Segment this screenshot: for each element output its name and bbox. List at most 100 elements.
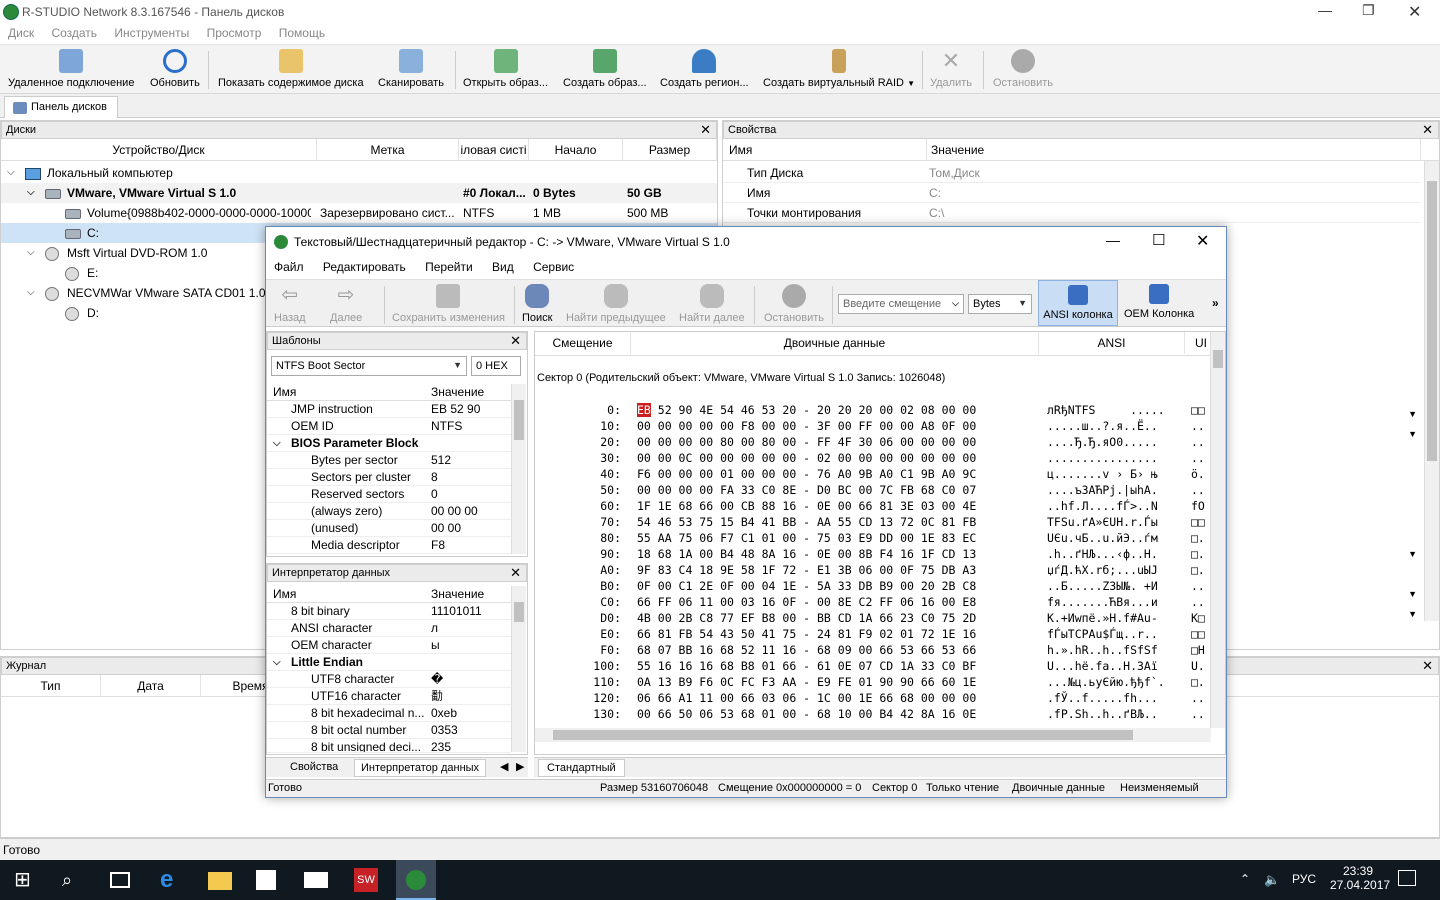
language-indicator[interactable]: РУС (1292, 872, 1316, 886)
col-date[interactable]: Дата (101, 675, 201, 697)
hex-bytes[interactable]: 18 68 1A 00 B4 48 8A 16 - 0E 00 8B F4 16… (637, 546, 976, 562)
col-value[interactable]: Значение (431, 384, 484, 401)
hex-oem[interactable]: .. (1191, 418, 1205, 434)
hex-ansi[interactable]: h.».hR..h..fSfSf (1047, 642, 1158, 658)
template-row[interactable]: Sectors per cluster 8 (267, 469, 511, 486)
hex-ansi[interactable]: U...hё.fa..Н.3Аї (1047, 658, 1158, 674)
hex-ansi[interactable]: ...№ц.ьуЄйю.ђђf`. (1047, 674, 1165, 690)
remote-connect-button[interactable]: Удаленное подключение (8, 49, 134, 89)
menu-file[interactable]: Файл (274, 260, 304, 274)
col-name[interactable]: Имя (723, 139, 927, 161)
hex-oem[interactable]: U. (1191, 658, 1205, 674)
chevron-down-icon[interactable]: ▼ (1408, 589, 1417, 599)
hex-oem[interactable]: .. (1191, 594, 1205, 610)
open-image-button[interactable]: Открыть образ... (463, 49, 548, 89)
template-row[interactable]: Bytes per sector 512 (267, 452, 511, 469)
close-icon[interactable]: ✕ (1196, 231, 1209, 251)
tree-row[interactable]: ⌵ VMware, VMware Virtual S 1.0 #0 Локал.… (1, 183, 717, 203)
hex-ansi[interactable]: UЄu.чБ..u.йЭ..ѓм (1047, 530, 1158, 546)
hex-oem[interactable]: K□ (1191, 610, 1205, 626)
chevron-down-icon[interactable]: ▼ (1408, 429, 1417, 439)
back-button[interactable]: ⇦ Назад (274, 284, 306, 324)
chevron-down-icon[interactable]: ▼ (1408, 609, 1417, 619)
hex-bytes[interactable]: 1F 1E 68 66 00 CB 88 16 - 0E 00 66 81 3E… (637, 498, 976, 514)
delete-button[interactable]: ✕ Удалить (930, 49, 972, 90)
chevron-down-icon[interactable]: ▼ (1408, 409, 1417, 419)
hex-oem[interactable]: .. (1191, 450, 1205, 466)
hex-bytes[interactable]: EB 52 90 4E 54 46 53 20 - 20 20 20 00 02… (637, 402, 976, 418)
hex-bytes[interactable]: 0A 13 B9 F6 0C FC F3 AA - E9 FE 01 90 90… (637, 674, 976, 690)
offset-input[interactable]: Введите смещение ⌵ (838, 294, 964, 314)
hex-ansi[interactable]: ....Ђ.Ђ.яO0..... (1047, 434, 1158, 450)
hex-oem[interactable]: □. (1191, 674, 1205, 690)
hex-ansi[interactable]: .fP.Sh..h..ґBЉ.. (1047, 706, 1158, 722)
windows-start-icon[interactable]: ⊞ (14, 868, 38, 892)
chevron-up-icon[interactable]: ⌃ (1240, 872, 1250, 886)
menu-tools[interactable]: Инструменты (114, 26, 189, 40)
find-next-button[interactable]: Найти далее (679, 284, 745, 324)
property-row[interactable]: Точки монтирования C:\ (723, 203, 1421, 223)
forward-button[interactable]: ⇨ Далее (330, 284, 362, 324)
hex-ansi[interactable]: ....ъ3АЋРј.|ыhА. (1047, 482, 1158, 498)
col-size[interactable]: Размер (623, 139, 717, 161)
interp-row[interactable]: UTF8 character � (267, 671, 511, 688)
find-prev-button[interactable]: Найти предыдущее (566, 284, 666, 324)
col-start[interactable]: Начало (529, 139, 623, 161)
menu-create[interactable]: Создать (51, 26, 97, 40)
interp-row[interactable]: 8 bit hexadecimal n... 0xeb (267, 705, 511, 722)
col-ansi[interactable]: ANSI (1039, 332, 1185, 354)
col-name[interactable]: Имя (273, 384, 296, 401)
template-select[interactable]: NTFS Boot Sector ▼ (271, 356, 467, 376)
tab-properties[interactable]: Свойства (290, 761, 338, 773)
menu-go[interactable]: Перейти (425, 260, 473, 274)
hex-ansi[interactable]: TFSu.ґA»ЄUН.r.Ѓы (1047, 514, 1158, 530)
minimize-icon[interactable]: — (1318, 2, 1332, 18)
hex-bytes[interactable]: 4B 00 2B C8 77 EF B8 00 - BB CD 1A 66 23… (637, 610, 976, 626)
hex-oem[interactable]: .. (1191, 434, 1205, 450)
hex-bytes[interactable]: 9F 83 C4 18 9E 58 1F 72 - E1 3B 06 00 0F… (637, 562, 976, 578)
close-icon[interactable]: ✕ (510, 333, 521, 349)
hex-bytes[interactable]: 66 FF 06 11 00 03 16 0F - 00 8E C2 FF 06… (637, 594, 976, 610)
hex-hscrollbar[interactable] (535, 728, 1211, 742)
stop-button[interactable]: Остановить (993, 49, 1053, 89)
clock[interactable]: 23:39 27.04.2017 (1330, 864, 1390, 892)
hex-bytes[interactable]: 00 00 00 00 80 00 80 00 - FF 4F 30 06 00… (637, 434, 976, 450)
hex-ansi[interactable]: ................ (1047, 450, 1158, 466)
hex-oem[interactable]: □□ (1191, 626, 1205, 642)
hex-oem[interactable]: .. (1191, 578, 1205, 594)
hex-scrollbar[interactable] (1210, 332, 1225, 728)
hex-oem[interactable]: .. (1191, 482, 1205, 498)
template-row[interactable]: Media descriptor F8 (267, 537, 511, 554)
virtual-raid-button[interactable]: Создать виртуальный RAID ▼ (763, 49, 915, 89)
task-view-icon[interactable] (110, 872, 130, 888)
template-row[interactable]: (unused) 00 00 (267, 520, 511, 537)
col-binary[interactable]: Двоичные данные (631, 332, 1039, 354)
close-icon[interactable]: ✕ (1422, 122, 1433, 138)
interp-row[interactable]: OEM character ы (267, 637, 511, 654)
template-row[interactable]: JMP instruction EB 52 90 (267, 401, 511, 418)
hex-bytes[interactable]: 0F 00 C1 2E 0F 00 04 1E - 5A 33 DB B9 00… (637, 578, 976, 594)
tab-disk-panel[interactable]: Панель дисков (4, 96, 119, 118)
properties-scrollbar[interactable] (1424, 161, 1439, 621)
tab-interpreter[interactable]: Интерпретатор данных (354, 759, 487, 777)
save-changes-button[interactable]: Сохранить изменения (392, 284, 505, 324)
edge-icon[interactable]: e (160, 868, 184, 892)
hex-ansi[interactable]: ц.......v › Б› њ (1047, 466, 1158, 482)
hex-oem[interactable]: □□ (1191, 402, 1205, 418)
chevron-down-icon[interactable]: ▼ (1408, 549, 1417, 559)
oem-column-toggle[interactable]: OEM Колонка (1124, 284, 1194, 320)
explorer-icon[interactable] (208, 872, 232, 890)
hex-oem[interactable]: □. (1191, 562, 1205, 578)
col-offset[interactable]: Смещение (535, 332, 631, 354)
hex-bytes[interactable]: 54 46 53 75 15 B4 41 BB - AA 55 CD 13 72… (637, 514, 976, 530)
col-value[interactable]: Значение (431, 586, 484, 603)
hex-bytes[interactable]: 55 16 16 16 68 B8 01 66 - 61 0E 07 CD 1A… (637, 658, 976, 674)
template-row[interactable]: (always zero) 00 00 00 (267, 503, 511, 520)
interp-scrollbar[interactable] (511, 586, 526, 752)
chevron-left-icon[interactable]: ◀ (500, 760, 508, 773)
create-region-button[interactable]: Создать регион... (660, 49, 749, 89)
hex-oem[interactable]: .. (1191, 690, 1205, 706)
hex-oem[interactable]: fО (1191, 498, 1205, 514)
col-name[interactable]: Имя (273, 586, 296, 603)
template-offset-input[interactable]: 0 HEX (471, 356, 521, 376)
